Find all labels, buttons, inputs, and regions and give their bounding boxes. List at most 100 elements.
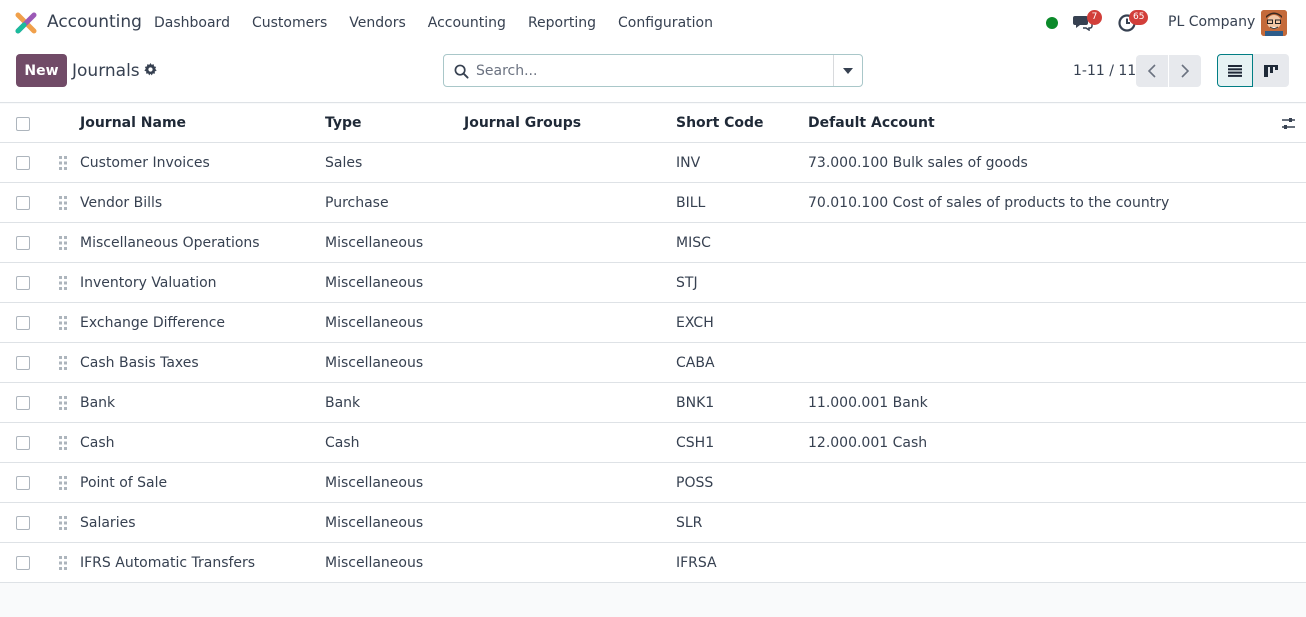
table-row[interactable]: Salaries Miscellaneous SLR (0, 503, 1306, 543)
journal-short-code: POSS (676, 474, 714, 491)
drag-handle-icon[interactable] (59, 236, 67, 250)
drag-handle-icon[interactable] (59, 476, 67, 490)
row-checkbox[interactable] (16, 316, 30, 330)
drag-handle-icon[interactable] (59, 356, 67, 370)
menu-configuration[interactable]: Configuration (607, 0, 724, 46)
chevron-left-icon (1148, 64, 1156, 78)
journal-name: Point of Sale (80, 474, 168, 491)
main-menu: Dashboard Customers Vendors Accounting R… (143, 0, 724, 46)
presence-status-icon (1046, 17, 1058, 29)
search-options-toggle[interactable] (833, 55, 862, 86)
journal-default-account: 12.000.001 Cash (808, 434, 928, 451)
caret-down-icon (843, 67, 853, 74)
drag-handle-icon[interactable] (59, 436, 67, 450)
column-journal-name[interactable]: Journal Name (80, 104, 186, 142)
menu-vendors[interactable]: Vendors (338, 0, 416, 46)
journal-type: Miscellaneous (325, 354, 424, 371)
journal-type: Bank (325, 394, 361, 411)
menu-reporting[interactable]: Reporting (517, 0, 607, 46)
journal-type: Purchase (325, 194, 389, 211)
row-checkbox[interactable] (16, 196, 30, 210)
app-name[interactable]: Accounting (47, 12, 142, 32)
kanban-icon (1264, 64, 1278, 77)
list-icon (1228, 64, 1242, 77)
journal-type: Cash (325, 434, 360, 451)
pager-next-button[interactable] (1169, 55, 1201, 87)
table-row[interactable]: Customer Invoices Sales INV 73.000.100 B… (0, 143, 1306, 183)
journal-short-code: EXCH (676, 314, 714, 331)
row-checkbox[interactable] (16, 556, 30, 570)
row-checkbox[interactable] (16, 236, 30, 250)
gear-icon[interactable] (144, 63, 157, 76)
search-bar (443, 54, 863, 87)
row-checkbox[interactable] (16, 156, 30, 170)
column-short-code[interactable]: Short Code (676, 104, 764, 142)
journal-name: Exchange Difference (80, 314, 226, 331)
row-checkbox[interactable] (16, 356, 30, 370)
table-row[interactable]: Exchange Difference Miscellaneous EXCH (0, 303, 1306, 343)
row-checkbox[interactable] (16, 396, 30, 410)
optional-columns-icon[interactable] (1281, 116, 1296, 131)
table-row[interactable]: Vendor Bills Purchase BILL 70.010.100 Co… (0, 183, 1306, 223)
table-row[interactable]: Cash Basis Taxes Miscellaneous CABA (0, 343, 1306, 383)
table-row[interactable]: Miscellaneous Operations Miscellaneous M… (0, 223, 1306, 263)
search-icon (454, 64, 469, 79)
journal-default-account: 11.000.001 Bank (808, 394, 928, 411)
journal-default-account: 70.010.100 Cost of sales of products to … (808, 194, 1170, 211)
row-checkbox[interactable] (16, 516, 30, 530)
journals-table: Journal Name Type Journal Groups Short C… (0, 104, 1306, 583)
kanban-view-button[interactable] (1253, 54, 1289, 87)
table-row[interactable]: Cash Cash CSH1 12.000.001 Cash (0, 423, 1306, 463)
top-navbar: Accounting Dashboard Customers Vendors A… (0, 0, 1306, 46)
menu-dashboard[interactable]: Dashboard (143, 0, 241, 46)
journal-default-account: 73.000.100 Bulk sales of goods (808, 154, 1028, 171)
journal-short-code: STJ (676, 274, 698, 291)
column-journal-groups[interactable]: Journal Groups (464, 104, 581, 142)
page-title: Journals (72, 61, 140, 81)
pager-previous-button[interactable] (1136, 55, 1168, 87)
activities-count-badge: 65 (1129, 10, 1149, 25)
row-checkbox[interactable] (16, 276, 30, 290)
list-view-button[interactable] (1217, 54, 1253, 87)
drag-handle-icon[interactable] (59, 396, 67, 410)
user-avatar[interactable] (1261, 10, 1287, 36)
menu-accounting[interactable]: Accounting (417, 0, 517, 46)
table-row[interactable]: Bank Bank BNK1 11.000.001 Bank (0, 383, 1306, 423)
table-row[interactable]: IFRS Automatic Transfers Miscellaneous I… (0, 543, 1306, 583)
menu-customers[interactable]: Customers (241, 0, 338, 46)
journal-short-code: CABA (676, 354, 715, 371)
journal-short-code: INV (676, 154, 701, 171)
company-switcher[interactable]: PL Company (1168, 14, 1255, 30)
new-button[interactable]: New (16, 54, 67, 87)
journal-name: Customer Invoices (80, 154, 210, 171)
drag-handle-icon[interactable] (59, 156, 67, 170)
pager-value[interactable]: 1-11 / 11 (1073, 63, 1136, 79)
drag-handle-icon[interactable] (59, 196, 67, 210)
chevron-right-icon (1181, 64, 1189, 78)
table-row[interactable]: Point of Sale Miscellaneous POSS (0, 463, 1306, 503)
drag-handle-icon[interactable] (59, 316, 67, 330)
column-type[interactable]: Type (325, 104, 362, 142)
control-panel: New Journals 1-11 / 11 (0, 46, 1306, 103)
row-checkbox[interactable] (16, 476, 30, 490)
journal-short-code: SLR (676, 514, 703, 531)
accounting-app-icon[interactable] (15, 12, 37, 34)
journal-short-code: BILL (676, 194, 706, 211)
column-default-account[interactable]: Default Account (808, 104, 935, 142)
search-input[interactable] (476, 59, 831, 83)
journal-type: Miscellaneous (325, 274, 424, 291)
drag-handle-icon[interactable] (59, 516, 67, 530)
drag-handle-icon[interactable] (59, 276, 67, 290)
journal-type: Sales (325, 154, 363, 171)
journal-name: Bank (80, 394, 116, 411)
select-all-checkbox[interactable] (16, 117, 30, 131)
journal-name: Miscellaneous Operations (80, 234, 260, 251)
journal-name: Cash Basis Taxes (80, 354, 199, 371)
table-row[interactable]: Inventory Valuation Miscellaneous STJ (0, 263, 1306, 303)
journal-short-code: CSH1 (676, 434, 715, 451)
table-body: Customer Invoices Sales INV 73.000.100 B… (0, 143, 1306, 583)
journal-short-code: MISC (676, 234, 711, 251)
row-checkbox[interactable] (16, 436, 30, 450)
drag-handle-icon[interactable] (59, 556, 67, 570)
journal-name: Salaries (80, 514, 136, 531)
